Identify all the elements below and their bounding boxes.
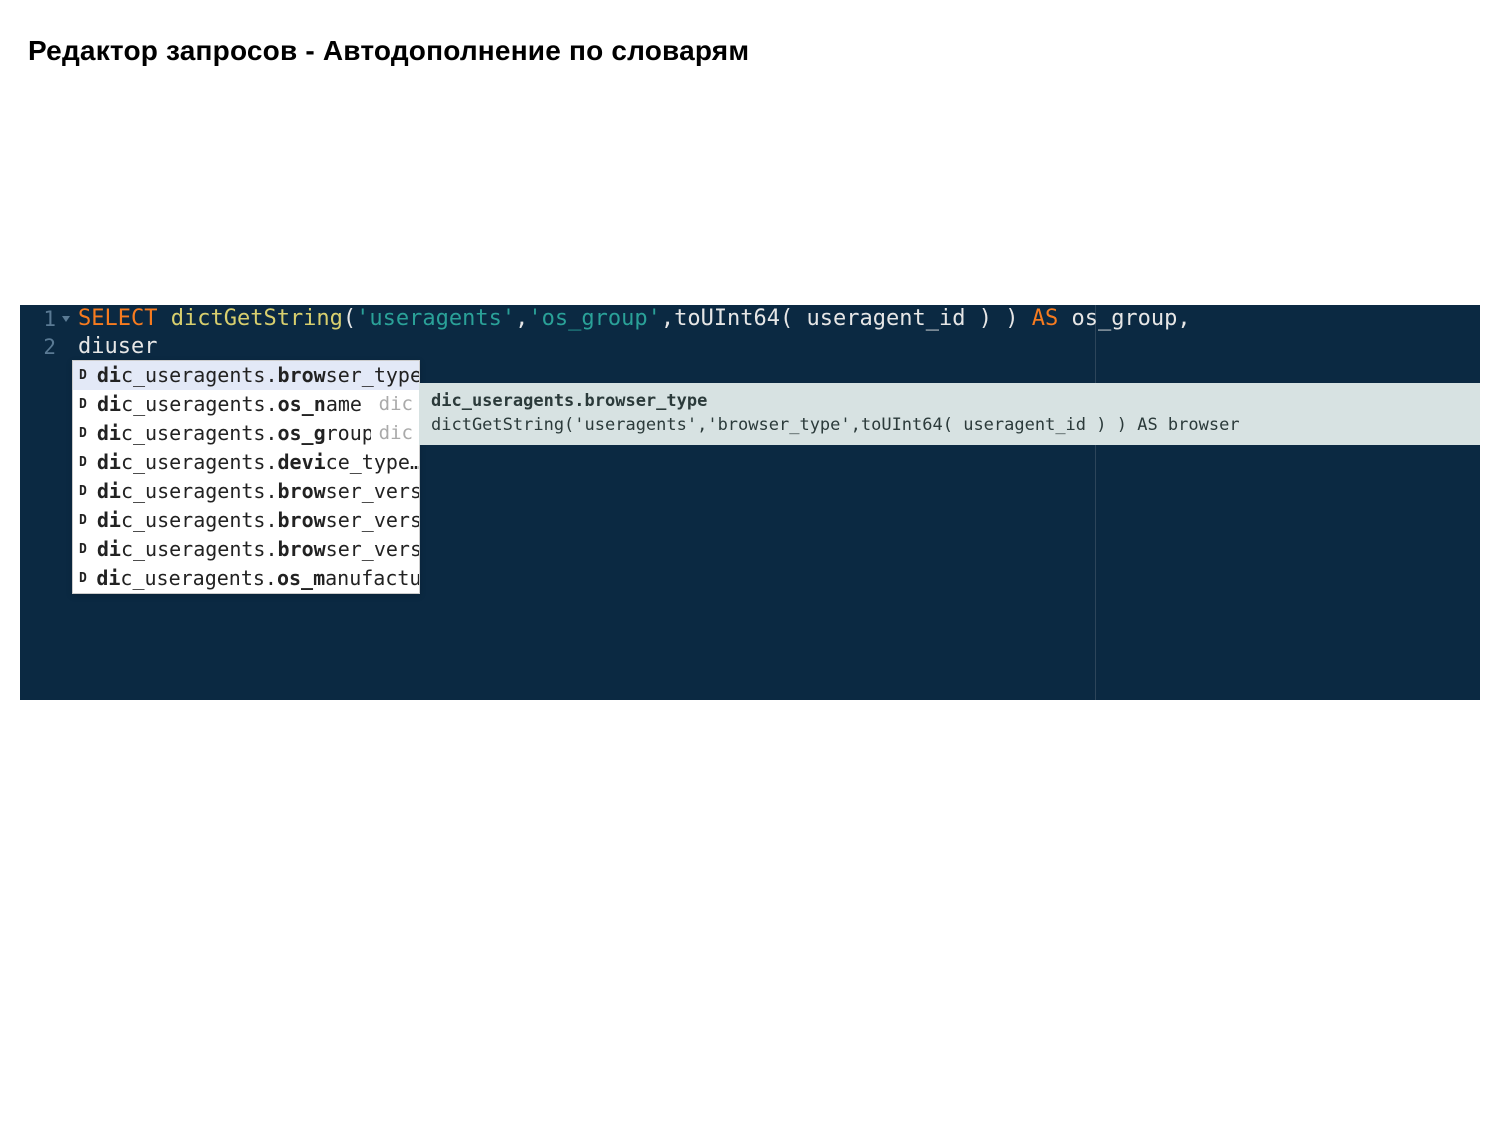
autocomplete-item[interactable]: Ddic_useragents.browser_vers <box>73 506 419 535</box>
string-osgroup: 'os_group' <box>528 306 660 331</box>
typed-text: diuser <box>78 334 157 359</box>
autocomplete-item-label: dic_useragents.browser_vers <box>97 477 419 506</box>
dict-icon: D <box>79 564 94 593</box>
autocomplete-item[interactable]: Ddic_useragents.os_manufactur <box>73 564 419 593</box>
autocomplete-item-meta: dic <box>371 419 419 448</box>
autocomplete-item[interactable]: Ddic_useragents.browser_type <box>73 361 419 390</box>
autocomplete-detail-body: dictGetString('useragents','browser_type… <box>431 414 1468 436</box>
dict-icon: D <box>79 506 95 535</box>
comma-trailing: , <box>1177 306 1190 331</box>
autocomplete-item[interactable]: Ddic_useragents.browser_vers <box>73 535 419 564</box>
autocomplete-item-label: dic_useragents.os_group <box>97 419 371 448</box>
autocomplete-item-label: dic_useragents.device_type… <box>97 448 419 477</box>
comma: , <box>515 306 528 331</box>
code-editor[interactable]: 1 2 SELECT dictGetString('useragents','o… <box>20 305 1480 700</box>
autocomplete-item-label: dic_useragents.browser_type <box>97 361 419 390</box>
autocomplete-item-label: dic_useragents.browser_vers <box>97 506 419 535</box>
func-touint64: toUInt64( useragent_id ) ) <box>674 306 1018 331</box>
keyword-select: SELECT <box>78 306 157 331</box>
alias-osgroup: os_group <box>1071 306 1177 331</box>
dict-icon: D <box>79 477 95 506</box>
autocomplete-item-label: dic_useragents.os_manufactur <box>96 564 419 593</box>
autocomplete-popup[interactable]: Ddic_useragents.browser_typeDdic_userage… <box>72 360 420 594</box>
dict-icon: D <box>79 361 95 390</box>
string-useragents: 'useragents' <box>356 306 515 331</box>
autocomplete-item[interactable]: Ddic_useragents.os_namedic <box>73 390 419 419</box>
autocomplete-item-meta: dic <box>371 390 419 419</box>
autocomplete-detail: dic_useragents.browser_type dictGetStrin… <box>419 383 1480 445</box>
autocomplete-item[interactable]: Ddic_useragents.browser_vers <box>73 477 419 506</box>
code-line-1[interactable]: SELECT dictGetString('useragents','os_gr… <box>78 305 1480 333</box>
autocomplete-item[interactable]: Ddic_useragents.device_type… <box>73 448 419 477</box>
page-title: Редактор запросов - Автодополнение по сл… <box>28 35 749 67</box>
keyword-as: AS <box>1032 306 1059 331</box>
dict-icon: D <box>79 419 95 448</box>
code-line-2[interactable]: diuser <box>78 333 1480 361</box>
dict-icon: D <box>79 448 95 477</box>
autocomplete-item-label: dic_useragents.os_name <box>97 390 371 419</box>
dict-icon: D <box>79 390 95 419</box>
func-dictgetstring: dictGetString <box>171 306 343 331</box>
paren-open: ( <box>343 306 356 331</box>
editor-gutter: 1 2 <box>20 305 68 700</box>
autocomplete-detail-title: dic_useragents.browser_type <box>431 390 1468 412</box>
dict-icon: D <box>79 535 95 564</box>
comma: , <box>661 306 674 331</box>
gutter-line-2[interactable]: 2 <box>20 333 68 361</box>
gutter-line-1[interactable]: 1 <box>20 305 68 333</box>
autocomplete-item-label: dic_useragents.browser_vers <box>97 535 419 564</box>
autocomplete-item[interactable]: Ddic_useragents.os_groupdic <box>73 419 419 448</box>
